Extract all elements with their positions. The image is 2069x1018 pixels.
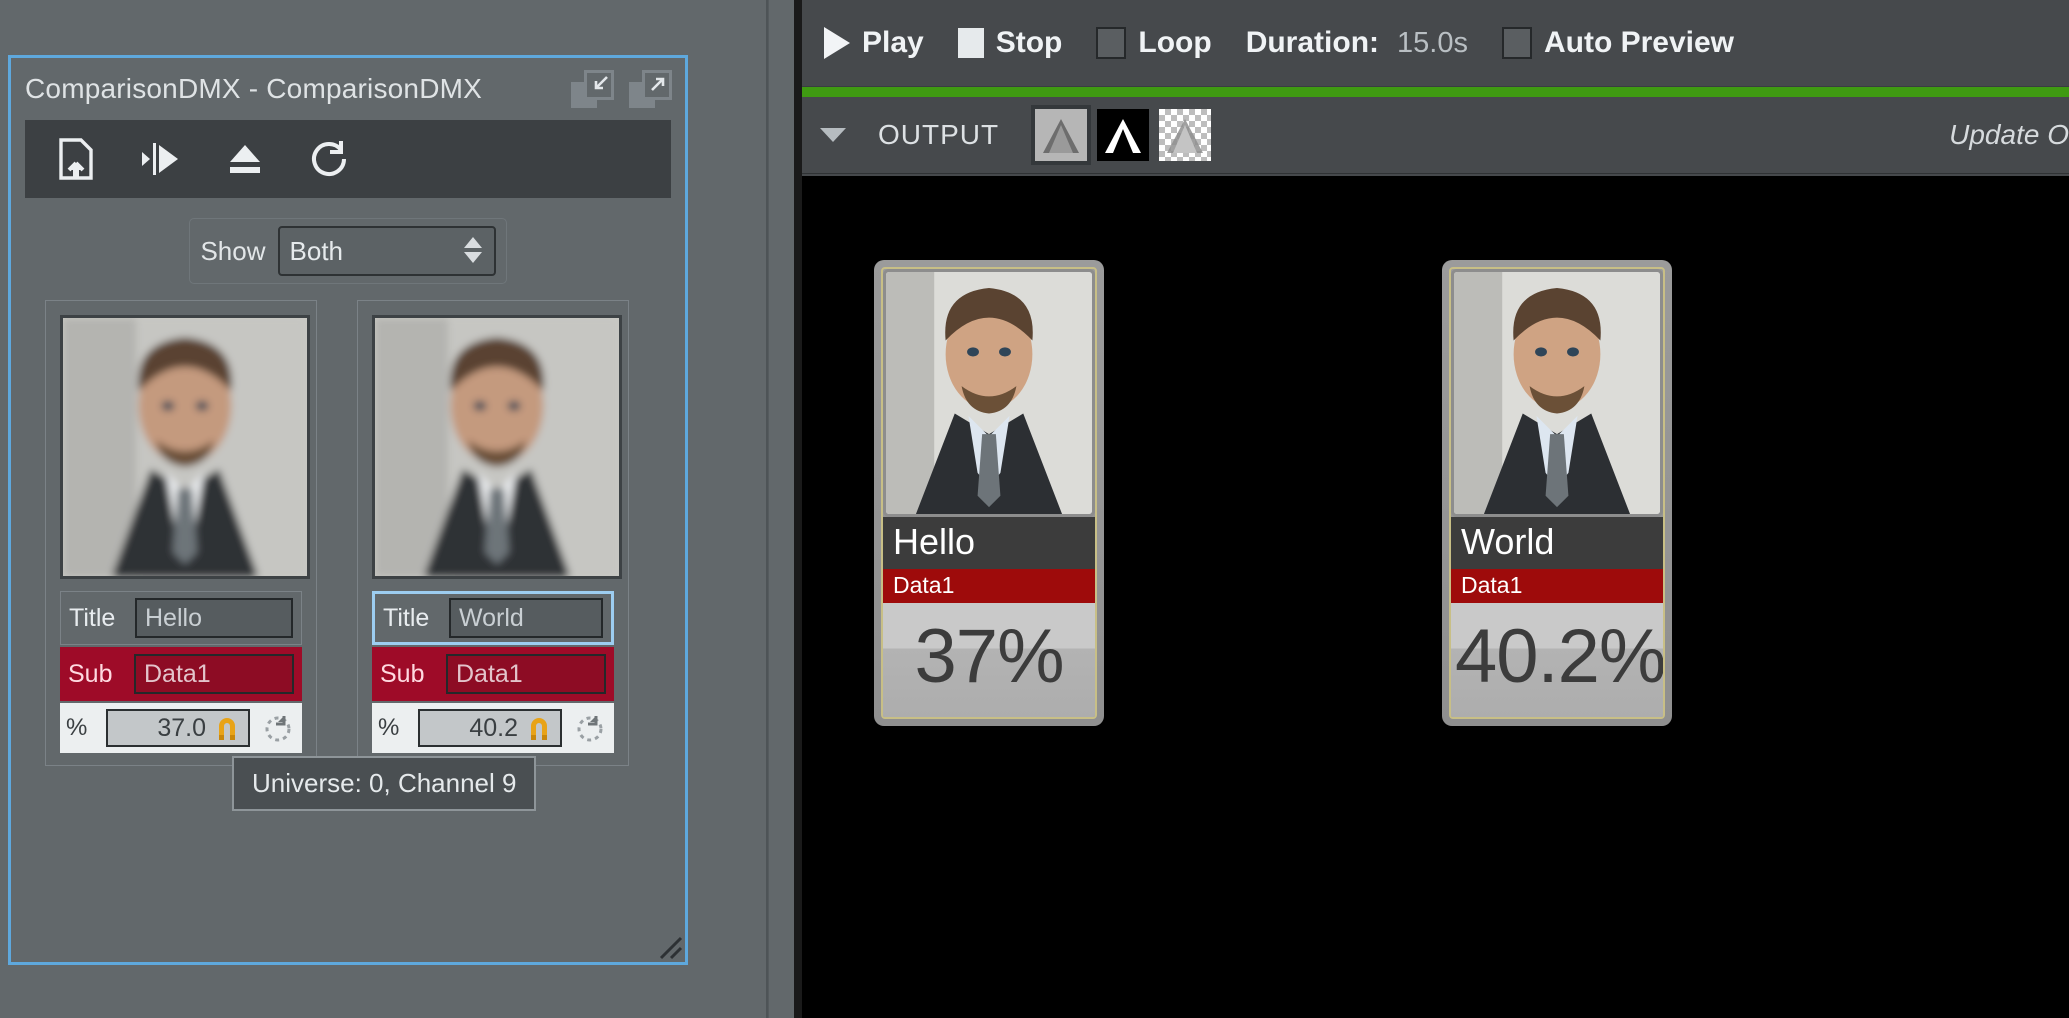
channel-tooltip: Universe: 0, Channel 9 xyxy=(232,756,536,811)
percent-value: 40.2 xyxy=(469,714,518,743)
title-input[interactable]: Hello xyxy=(135,598,293,638)
panel-title: ComparisonDMX - ComparisonDMX xyxy=(25,73,482,105)
step-forward-icon[interactable] xyxy=(139,137,183,181)
portrait-photo xyxy=(886,272,1092,514)
chevron-down-icon[interactable] xyxy=(820,128,846,142)
mountain-icon xyxy=(1035,109,1087,161)
output-card-percent: 37% xyxy=(883,603,1095,717)
auto-preview-checkbox-box xyxy=(1502,27,1532,59)
workspace-scrollbar[interactable] xyxy=(768,0,795,1018)
export-file-icon[interactable] xyxy=(55,137,99,181)
auto-preview-checkbox[interactable]: Auto Preview xyxy=(1502,26,1734,60)
stop-label: Stop xyxy=(996,26,1063,60)
comparison-card: Title Hello Sub Data1 % 37.0 xyxy=(45,300,317,766)
portrait-photo xyxy=(1454,272,1660,514)
duration-field[interactable]: Duration: 15.0s xyxy=(1246,26,1468,60)
pane-gutter xyxy=(794,0,802,1018)
loop-label: Loop xyxy=(1138,26,1211,60)
percent-field-row: % 37.0 xyxy=(60,703,302,753)
app-root: ComparisonDMX - ComparisonDMX xyxy=(0,0,2069,1018)
refresh-icon[interactable] xyxy=(307,137,351,181)
percent-label: % xyxy=(378,714,408,742)
preview-canvas[interactable]: Hello Data1 37% xyxy=(802,176,2069,1018)
background-black-button[interactable] xyxy=(1097,109,1149,161)
output-card: Hello Data1 37% xyxy=(874,260,1104,726)
left-workspace: ComparisonDMX - ComparisonDMX xyxy=(0,0,770,1018)
title-field-row: Title World xyxy=(372,591,614,645)
percent-input[interactable]: 37.0 xyxy=(106,709,250,747)
thumbnail-b[interactable] xyxy=(372,315,622,579)
show-row: Show Both xyxy=(11,218,685,284)
sub-label: Sub xyxy=(68,660,124,689)
thumbnail-a[interactable] xyxy=(60,315,310,579)
output-photo xyxy=(1451,269,1663,517)
background-gray-button[interactable] xyxy=(1035,109,1087,161)
pop-out-icon[interactable] xyxy=(627,68,673,112)
panel-window-buttons xyxy=(569,68,673,112)
percent-label: % xyxy=(66,714,96,742)
panel-toolbar xyxy=(25,120,671,198)
panel-titlebar: ComparisonDMX - ComparisonDMX xyxy=(11,58,685,120)
mountain-icon xyxy=(1097,109,1149,161)
transport-toolbar: Play Stop Loop Duration: 15.0s Auto Prev… xyxy=(802,0,2069,87)
show-control: Show Both xyxy=(189,218,506,284)
sub-input[interactable]: Data1 xyxy=(446,654,606,694)
show-label: Show xyxy=(200,236,265,267)
mountain-icon xyxy=(1159,109,1211,161)
magnet-icon xyxy=(212,713,242,743)
output-card-percent: 40.2% xyxy=(1451,603,1663,717)
loop-checkbox[interactable]: Loop xyxy=(1096,26,1211,60)
percent-field-row: % 40.2 xyxy=(372,703,614,753)
duration-label: Duration: xyxy=(1246,26,1379,60)
output-card-title: World xyxy=(1451,517,1663,569)
update-note: Update O xyxy=(1949,119,2069,151)
title-input[interactable]: World xyxy=(449,598,603,638)
title-label: Title xyxy=(69,604,125,633)
preview-pane: Play Stop Loop Duration: 15.0s Auto Prev… xyxy=(802,0,2069,1018)
sub-input[interactable]: Data1 xyxy=(134,654,294,694)
sub-label: Sub xyxy=(380,660,436,689)
show-select[interactable]: Both xyxy=(278,226,496,276)
timeline-progress-bar[interactable] xyxy=(802,87,2069,97)
play-label: Play xyxy=(862,26,924,60)
comparison-dmx-panel: ComparisonDMX - ComparisonDMX xyxy=(8,55,688,965)
auto-preview-label: Auto Preview xyxy=(1544,26,1734,60)
duration-value: 15.0s xyxy=(1397,27,1468,60)
title-field-row: Title Hello xyxy=(60,591,302,645)
background-mode-group xyxy=(1035,109,1211,161)
reset-icon[interactable] xyxy=(260,710,296,746)
output-card-sub: Data1 xyxy=(883,569,1095,603)
sub-field-row: Sub Data1 xyxy=(60,647,302,701)
comparison-card: Title World Sub Data1 % 40.2 xyxy=(357,300,629,766)
output-row: OUTPUT Update O xyxy=(802,97,2069,174)
comparison-cards: Title Hello Sub Data1 % 37.0 xyxy=(11,284,685,766)
background-transparent-button[interactable] xyxy=(1159,109,1211,161)
title-label: Title xyxy=(383,604,439,633)
percent-value: 37.0 xyxy=(157,714,206,743)
sub-field-row: Sub Data1 xyxy=(372,647,614,701)
panel-resize-grip[interactable] xyxy=(653,930,683,960)
eject-icon[interactable] xyxy=(223,137,267,181)
output-card-sub: Data1 xyxy=(1451,569,1663,603)
stop-icon xyxy=(958,28,984,58)
output-card: World Data1 40.2% xyxy=(1442,260,1672,726)
magnet-icon xyxy=(524,713,554,743)
dock-in-icon[interactable] xyxy=(569,68,615,112)
reset-icon[interactable] xyxy=(572,710,608,746)
portrait-thumbnail-icon xyxy=(63,318,307,577)
output-label: OUTPUT xyxy=(878,119,999,151)
spinner-arrows-icon xyxy=(464,237,482,263)
loop-checkbox-box xyxy=(1096,27,1126,59)
stop-button[interactable]: Stop xyxy=(958,26,1063,60)
percent-input[interactable]: 40.2 xyxy=(418,709,562,747)
play-button[interactable]: Play xyxy=(824,26,924,60)
output-card-title: Hello xyxy=(883,517,1095,569)
output-photo xyxy=(883,269,1095,517)
play-icon xyxy=(824,27,850,59)
show-select-value: Both xyxy=(290,236,344,267)
portrait-thumbnail-icon xyxy=(375,318,619,577)
